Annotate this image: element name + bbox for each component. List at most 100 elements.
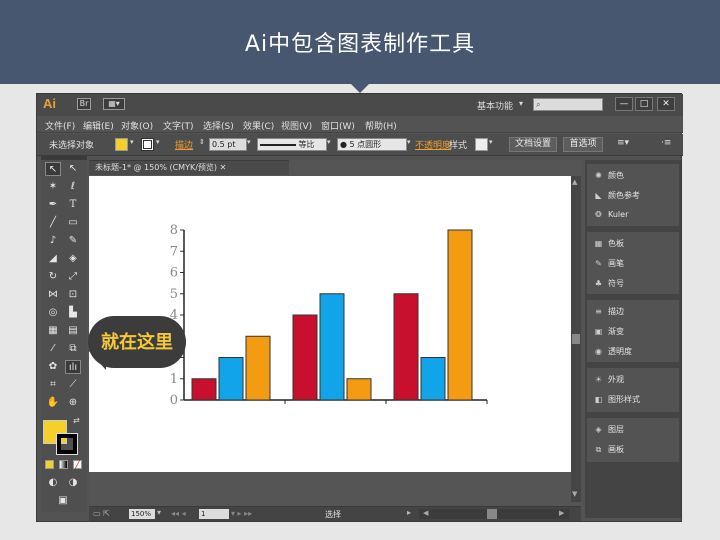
- align-options-icon[interactable]: ≡▾: [617, 138, 629, 148]
- column-graph-tool-icon[interactable]: ılı: [65, 360, 81, 374]
- pen-tool-icon[interactable]: ✒: [45, 198, 61, 212]
- menu-edit[interactable]: 编辑(E): [83, 119, 114, 132]
- panel-gradient[interactable]: ▣ 渐变: [593, 326, 624, 337]
- perspective-grid-tool-icon[interactable]: ▙: [65, 306, 81, 320]
- panel-swatches[interactable]: ▦ 色板: [593, 238, 624, 249]
- gradient-tool-icon[interactable]: ▤: [65, 324, 81, 338]
- hand-tool-icon[interactable]: ✋: [45, 396, 61, 410]
- help-search-input[interactable]: ⌕: [533, 98, 603, 111]
- swap-colors-icon[interactable]: ⇄: [73, 416, 80, 425]
- blob-brush-tool-icon[interactable]: ◢: [45, 252, 61, 266]
- symbol-sprayer-tool-icon[interactable]: ✿: [45, 360, 61, 374]
- panel-menu-icon[interactable]: ·≡: [661, 138, 671, 148]
- width-tool-icon[interactable]: ⋈: [45, 288, 61, 302]
- close-button[interactable]: ✕: [657, 97, 675, 111]
- scroll-thumb[interactable]: [572, 334, 580, 344]
- panel-appearance[interactable]: ☀ 外观: [593, 374, 624, 385]
- blend-tool-icon[interactable]: ⧉: [65, 342, 81, 356]
- workspace-dropdown-icon[interactable]: ▾: [519, 99, 523, 108]
- stroke-weight-field[interactable]: 0.5 pt: [209, 138, 247, 151]
- stroke-color-swatch[interactable]: [141, 138, 154, 151]
- artboard-number-field[interactable]: 1: [199, 509, 229, 519]
- panel-brushes[interactable]: ✎ 画笔: [593, 258, 624, 269]
- workspace-switcher[interactable]: 基本功能: [477, 99, 513, 112]
- menu-effect[interactable]: 效果(C): [243, 119, 274, 132]
- bridge-button[interactable]: Br: [77, 98, 91, 110]
- artboard-nav-prev-icon[interactable]: ◂◂ ◂: [171, 509, 186, 518]
- menu-object[interactable]: 对象(O): [121, 119, 153, 132]
- hscroll-thumb[interactable]: [487, 509, 497, 519]
- menu-type[interactable]: 文字(T): [163, 119, 194, 132]
- panel-stroke[interactable]: ≡ 描边: [593, 306, 624, 317]
- menu-view[interactable]: 视图(V): [281, 119, 312, 132]
- slice-tool-icon[interactable]: ⟋: [65, 378, 81, 392]
- arrange-documents-button[interactable]: ▦▾: [103, 98, 125, 110]
- eyedropper-tool-icon[interactable]: ⁄: [45, 342, 61, 356]
- shape-builder-tool-icon[interactable]: ◎: [45, 306, 61, 320]
- panel-layers[interactable]: ◈ 图层: [593, 424, 624, 435]
- line-tool-icon[interactable]: ╱: [45, 216, 61, 230]
- artboard-tool-icon[interactable]: ⌗: [45, 378, 61, 392]
- mesh-tool-icon[interactable]: ▦: [45, 324, 61, 338]
- panel-kuler[interactable]: ❂ Kuler: [593, 210, 628, 219]
- status-menu-icon[interactable]: ▸: [407, 508, 411, 517]
- menu-window[interactable]: 窗口(W): [321, 119, 355, 132]
- panel-symbols[interactable]: ♣ 符号: [593, 278, 624, 289]
- status-icons[interactable]: ▭ ⇱: [93, 509, 110, 518]
- draw-mode-icon[interactable]: ◐: [45, 476, 61, 490]
- menu-select[interactable]: 选择(S): [203, 119, 234, 132]
- menu-file[interactable]: 文件(F): [45, 119, 75, 132]
- lasso-tool-icon[interactable]: ℓ: [65, 180, 81, 194]
- horizontal-scrollbar[interactable]: ◀ ▶: [419, 509, 569, 519]
- document-setup-button[interactable]: 文档设置: [509, 137, 557, 152]
- scroll-down-icon[interactable]: ▼: [572, 490, 577, 498]
- panel-transparency[interactable]: ◉ 透明度: [593, 346, 632, 357]
- fill-color-swatch[interactable]: [115, 138, 128, 151]
- color-mode-icon[interactable]: [45, 460, 54, 469]
- rotate-tool-icon[interactable]: ↻: [45, 270, 61, 284]
- brush-dropdown-icon[interactable]: ▾: [407, 138, 411, 146]
- opacity-link[interactable]: 不透明度: [415, 138, 451, 151]
- fill-dropdown-icon[interactable]: ▾: [130, 138, 134, 146]
- panel-color-guide[interactable]: ◣ 颜色参考: [593, 190, 640, 201]
- paintbrush-tool-icon[interactable]: ♪: [45, 234, 61, 248]
- screen-mode-icon[interactable]: ▣: [55, 494, 71, 508]
- brush-definition[interactable]: ● 5 点圆形: [337, 138, 407, 151]
- stroke-link[interactable]: 描边: [175, 138, 193, 151]
- draw-behind-icon[interactable]: ◑: [65, 476, 81, 490]
- menu-help[interactable]: 帮助(H): [365, 119, 397, 132]
- panel-artboards[interactable]: ⧉ 画板: [593, 444, 624, 455]
- eraser-tool-icon[interactable]: ◈: [65, 252, 81, 266]
- graphic-style-dropdown-icon[interactable]: ▾: [489, 138, 493, 146]
- vertical-scrollbar[interactable]: ▲ ▼: [571, 176, 581, 502]
- minimize-button[interactable]: —: [615, 97, 633, 111]
- stroke-swatch[interactable]: [56, 433, 78, 455]
- magic-wand-tool-icon[interactable]: ✶: [45, 180, 61, 194]
- zoom-dropdown-icon[interactable]: ▾: [157, 508, 161, 517]
- scroll-right-icon[interactable]: ▶: [559, 509, 564, 517]
- rectangle-tool-icon[interactable]: ▭: [65, 216, 81, 230]
- selection-tool-icon[interactable]: ↖: [45, 162, 61, 176]
- profile-dropdown-icon[interactable]: ▾: [327, 138, 331, 146]
- maximize-button[interactable]: □: [635, 97, 653, 111]
- scroll-left-icon[interactable]: ◀: [423, 509, 428, 517]
- document-tab[interactable]: 未标题-1* @ 150% (CMYK/预览) ✕: [89, 160, 289, 175]
- graphic-style-swatch[interactable]: [475, 138, 488, 151]
- pencil-tool-icon[interactable]: ✎: [65, 234, 81, 248]
- free-transform-tool-icon[interactable]: ⊡: [65, 288, 81, 302]
- close-tab-icon[interactable]: ✕: [220, 163, 227, 172]
- zoom-tool-icon[interactable]: ⊕: [65, 396, 81, 410]
- direct-selection-tool-icon[interactable]: ↖: [65, 162, 81, 176]
- stroke-stepper-icon[interactable]: ⇕: [199, 138, 205, 146]
- gradient-mode-icon[interactable]: [59, 460, 68, 469]
- variable-width-profile[interactable]: 等比: [257, 138, 327, 151]
- panel-graphic-styles[interactable]: ◧ 图形样式: [593, 394, 640, 405]
- artboard-nav-next-icon[interactable]: ▾ ▸ ▸▸: [231, 509, 252, 518]
- stroke-weight-dropdown-icon[interactable]: ▾: [247, 138, 251, 146]
- none-mode-icon[interactable]: ╱: [73, 460, 82, 469]
- scroll-up-icon[interactable]: ▲: [572, 178, 577, 186]
- type-tool-icon[interactable]: T: [65, 198, 81, 212]
- scale-tool-icon[interactable]: ⤢: [65, 270, 81, 284]
- panel-color[interactable]: ✺ 颜色: [593, 170, 624, 181]
- stroke-dropdown-icon[interactable]: ▾: [156, 138, 160, 146]
